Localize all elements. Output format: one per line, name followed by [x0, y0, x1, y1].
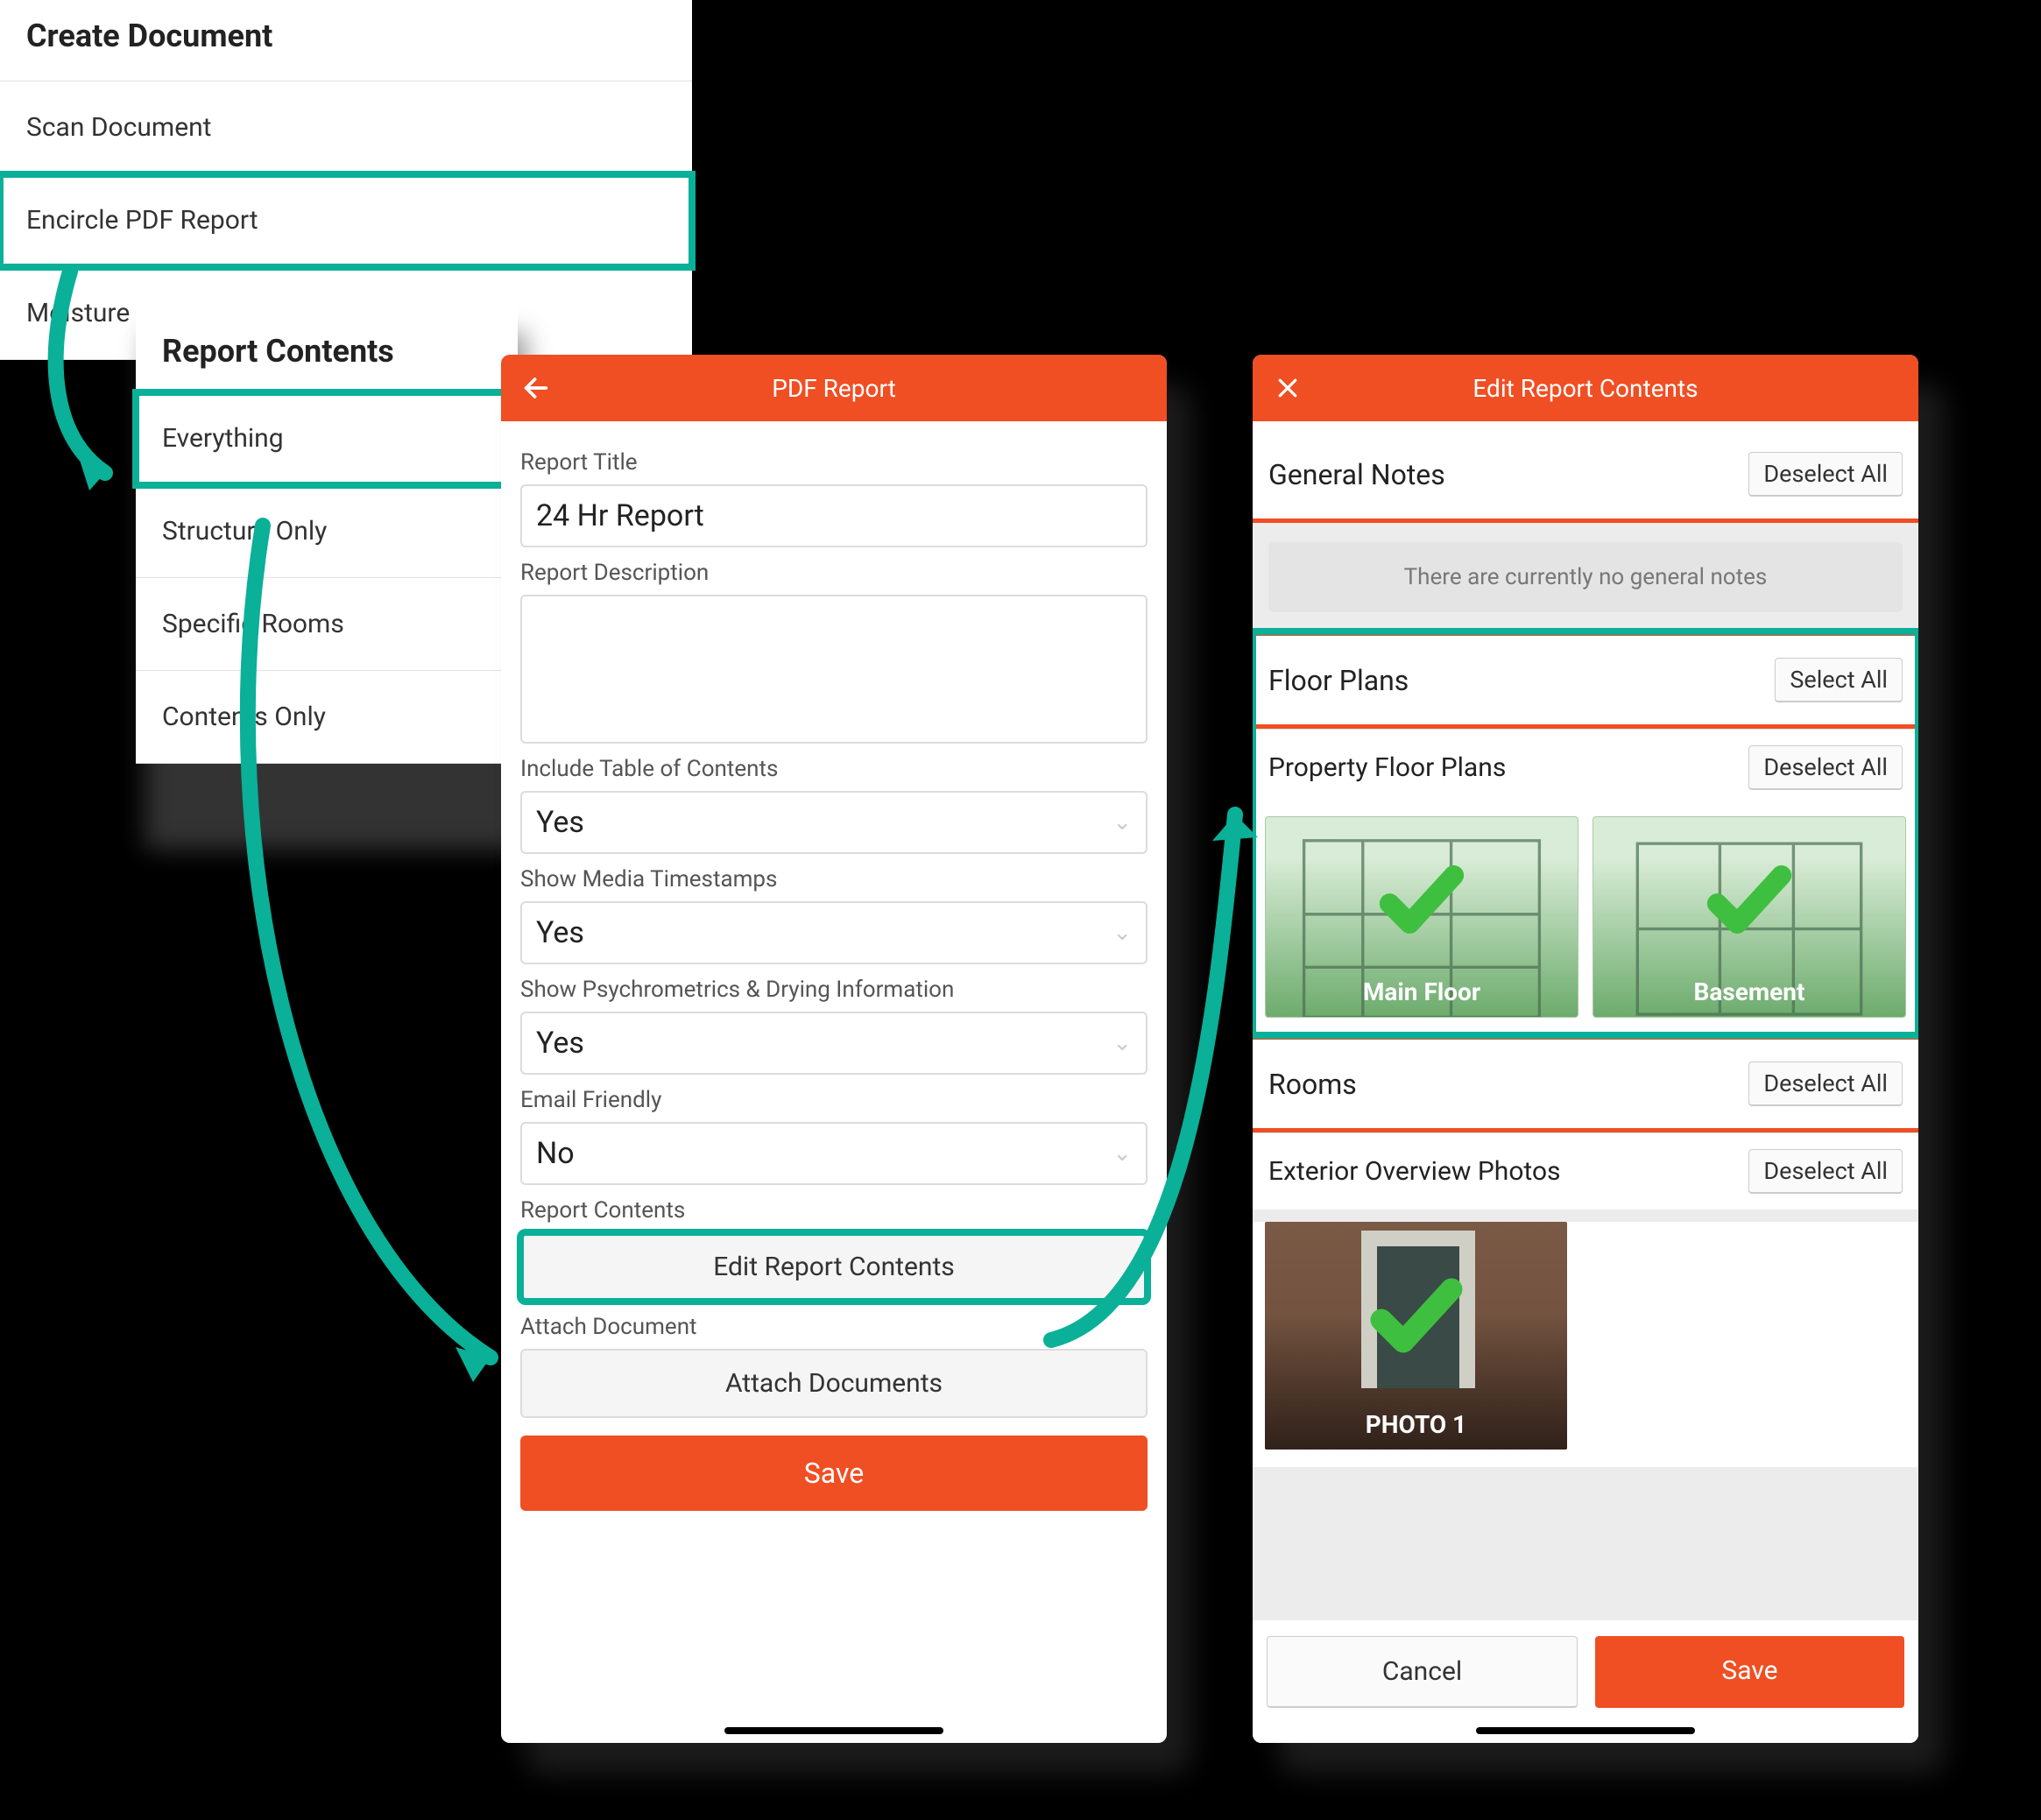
show-psych-value: Yes	[536, 1026, 584, 1061]
exterior-photos-deselect-all-button[interactable]: Deselect All	[1748, 1149, 1903, 1194]
create-document-title: Create Document	[0, 0, 692, 81]
home-indicator	[1476, 1727, 1695, 1734]
floor-plans-select-all-button[interactable]: Select All	[1775, 658, 1903, 702]
floor-plan-thumb-basement[interactable]: Basement	[1593, 816, 1906, 1018]
save-button[interactable]: Save	[520, 1436, 1148, 1511]
edit-report-contents-screen: Edit Report Contents General Notes Desel…	[1253, 355, 1918, 1743]
photo-thumb-1[interactable]: PHOTO 1	[1265, 1222, 1567, 1450]
property-floor-plans-title: Property Floor Plans	[1268, 752, 1506, 783]
edit-report-contents-title: Edit Report Contents	[1472, 374, 1698, 403]
property-floor-plans-subsection: Property Floor Plans Deselect All	[1253, 729, 1918, 806]
check-icon	[1360, 851, 1483, 951]
menu-item-encircle-pdf-report[interactable]: Encircle PDF Report	[0, 174, 692, 267]
general-notes-empty-message: There are currently no general notes	[1268, 542, 1903, 612]
show-timestamps-value: Yes	[536, 915, 584, 950]
general-notes-section: General Notes Deselect All	[1253, 421, 1918, 518]
photo-caption: PHOTO 1	[1265, 1410, 1567, 1439]
menu-item-scan-document[interactable]: Scan Document	[0, 81, 692, 174]
rooms-section: Rooms Deselect All	[1253, 1035, 1918, 1128]
exterior-photos-subsection: Exterior Overview Photos Deselect All	[1253, 1132, 1918, 1210]
general-notes-deselect-all-button[interactable]: Deselect All	[1748, 452, 1903, 497]
report-contents-title: Report Contents	[136, 307, 518, 392]
check-icon	[1351, 1263, 1482, 1372]
edit-report-contents-footer: Cancel Save	[1253, 1620, 1918, 1743]
edit-report-contents-header: Edit Report Contents	[1253, 355, 1918, 421]
back-arrow-icon[interactable]	[519, 370, 554, 406]
flow-arrow-icon	[228, 517, 543, 1414]
flow-arrow-icon	[35, 263, 158, 511]
exterior-photos-title: Exterior Overview Photos	[1268, 1156, 1561, 1187]
general-notes-title: General Notes	[1268, 458, 1445, 491]
rooms-deselect-all-button[interactable]: Deselect All	[1748, 1062, 1903, 1106]
rooms-title: Rooms	[1268, 1068, 1357, 1101]
menu-item-everything[interactable]: Everything	[136, 392, 518, 485]
report-title-input[interactable]: 24 Hr Report	[520, 484, 1148, 547]
close-icon[interactable]	[1270, 370, 1305, 406]
cancel-button[interactable]: Cancel	[1267, 1636, 1578, 1708]
check-icon	[1688, 851, 1811, 951]
floor-plan-thumbnails: Main Floor Basement	[1253, 806, 1918, 1035]
flow-arrow-icon	[1016, 762, 1279, 1379]
report-description-input[interactable]	[520, 595, 1148, 744]
pdf-report-header-title: PDF Report	[772, 374, 896, 403]
report-description-label: Report Description	[520, 560, 1148, 586]
include-toc-value: Yes	[536, 805, 584, 840]
floor-plan-caption: Main Floor	[1266, 977, 1578, 1006]
save-button[interactable]: Save	[1595, 1636, 1904, 1708]
property-floor-plans-deselect-all-button[interactable]: Deselect All	[1748, 745, 1903, 790]
pdf-report-header: PDF Report	[501, 355, 1167, 421]
report-title-label: Report Title	[520, 449, 1148, 476]
floor-plans-title: Floor Plans	[1268, 664, 1409, 697]
floor-plans-section: Floor Plans Select All	[1253, 631, 1918, 724]
floor-plan-thumb-main-floor[interactable]: Main Floor	[1265, 816, 1578, 1018]
floor-plan-caption: Basement	[1593, 977, 1905, 1006]
home-indicator	[724, 1727, 943, 1734]
